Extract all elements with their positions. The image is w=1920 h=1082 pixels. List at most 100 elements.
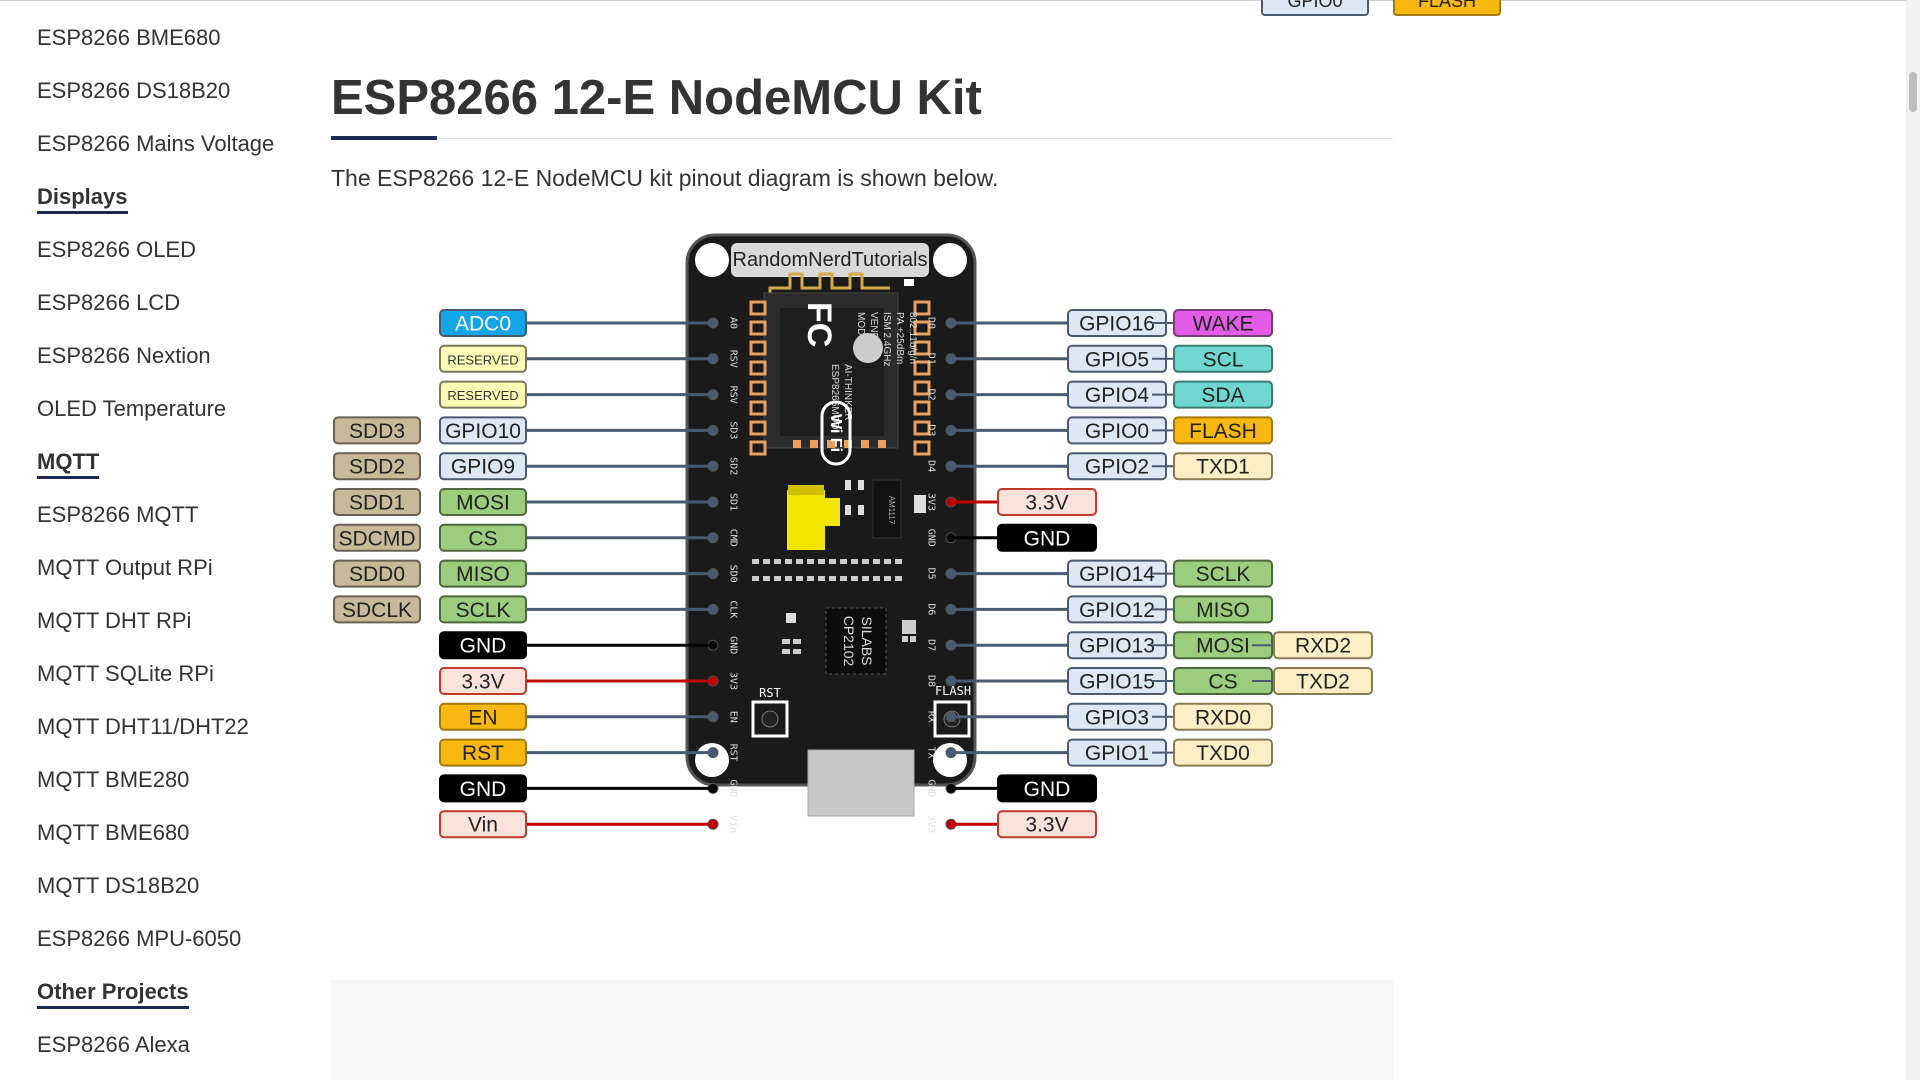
pin-label-text: CS: [1208, 671, 1237, 694]
pin-label-text: RXD2: [1295, 635, 1351, 658]
module-text: ISM 2.4GHz: [881, 312, 892, 366]
pin-silkscreen: D6: [926, 603, 937, 615]
module-pad: [861, 440, 869, 448]
sidebar-link[interactable]: MQTT DHT11/DHT22: [37, 711, 297, 764]
pin-silkscreen: A0: [728, 317, 739, 329]
pin-silkscreen: D5: [926, 568, 937, 580]
smd-part: [858, 505, 864, 515]
sidebar-link[interactable]: ESP8266 MQTT: [37, 499, 297, 552]
module-text: AI-THINKER: [842, 364, 853, 421]
sidebar-link[interactable]: MQTT BME280: [37, 764, 297, 817]
sidebar-heading[interactable]: Other Projects: [37, 976, 297, 1029]
pin-dot: [708, 783, 718, 793]
pin-silkscreen: RST: [728, 744, 739, 762]
pin-silkscreen: SD1: [728, 493, 739, 511]
pin-label-text: SDD2: [349, 456, 405, 479]
pin-label-text: RST: [462, 742, 504, 765]
sidebar-link[interactable]: ESP8266 Mains Voltage: [37, 128, 297, 181]
pin-label-text: SCL: [1203, 348, 1244, 371]
page-title: ESP8266 12-E NodeMCU Kit: [331, 71, 982, 125]
sidebar-link[interactable]: ESP8266 LCD: [37, 287, 297, 340]
smd-part: [858, 480, 864, 490]
sidebar-item-label: MQTT SQLite RPi: [37, 661, 214, 686]
pin-silkscreen: RX: [926, 711, 937, 723]
pin-label-text: MOSI: [456, 492, 510, 515]
fcc-logo: FC: [800, 302, 838, 347]
pin-label-text: GPIO10: [445, 420, 521, 443]
sidebar-item-label: Other Projects: [37, 978, 189, 1009]
pin-silkscreen: SD3: [728, 421, 739, 439]
smd-row: [829, 576, 836, 581]
smd-part: [845, 505, 851, 515]
sidebar-link[interactable]: OLED Temperature: [37, 393, 297, 446]
pin-dot: [708, 819, 718, 829]
smd-row: [807, 576, 814, 581]
smd-row: [796, 576, 803, 581]
sidebar-link[interactable]: MQTT DS18B20: [37, 870, 297, 923]
pin-label-text: GPIO16: [1079, 313, 1155, 336]
capacitor-large: [787, 490, 825, 550]
smd-row: [884, 559, 891, 564]
pin-label-text: Vin: [468, 814, 498, 837]
page-scrollbar[interactable]: [1906, 0, 1920, 1080]
pin-dot: [946, 390, 956, 400]
sidebar-heading[interactable]: MQTT: [37, 446, 297, 499]
pin-label-text: SDCMD: [339, 527, 416, 550]
pin-dot: [946, 461, 956, 471]
sidebar-link[interactable]: ESP8266 DS18B20: [37, 75, 297, 128]
sidebar-item-label: OLED Temperature: [37, 396, 227, 421]
sidebar-link[interactable]: ESP8266 MPU-6050: [37, 923, 297, 976]
pin-label-text: MOSI: [1196, 635, 1250, 658]
smd-row: [785, 559, 792, 564]
pin-label-text: MISO: [1196, 599, 1250, 622]
sidebar-link[interactable]: ESP8266 BME680: [37, 22, 297, 75]
brand-label: RandomNerdTutorials: [733, 249, 928, 271]
sidebar-link[interactable]: ESP8266 Nextion: [37, 340, 297, 393]
pin-silkscreen: SD0: [728, 565, 739, 583]
sidebar-item-label: ESP8266 DS18B20: [37, 78, 231, 103]
sidebar-item-label: ESP8266 MPU-6050: [37, 926, 242, 951]
sidebar-link[interactable]: ESP8266 Alexa: [37, 1029, 297, 1082]
smd-row: [785, 576, 792, 581]
smd-row: [829, 559, 836, 564]
sidebar-link[interactable]: MQTT BME680: [37, 817, 297, 870]
pin-label-text: 3.3V: [1025, 492, 1068, 515]
pin-dot: [946, 783, 956, 793]
pin-label-text: GND: [1024, 778, 1071, 801]
pin-label-text: TXD0: [1196, 742, 1250, 765]
pin-label-text: GPIO4: [1085, 384, 1150, 407]
sidebar-heading[interactable]: Displays: [37, 181, 297, 234]
sidebar-item-label: MQTT DHT RPi: [37, 608, 192, 633]
pin-label-text: GPIO3: [1085, 706, 1149, 729]
rst-button-cap: [761, 710, 779, 728]
sidebar-item-label: MQTT DS18B20: [37, 873, 200, 898]
pin-silkscreen: SD2: [728, 457, 739, 475]
sidebar-link[interactable]: MQTT Output RPi: [37, 552, 297, 605]
pin-silkscreen: TX: [926, 747, 937, 759]
scrollbar-thumb[interactable]: [1909, 72, 1917, 112]
pin-silkscreen: GND: [926, 779, 937, 797]
module-text: PA +25dBm: [894, 312, 905, 364]
smd-row: [752, 576, 759, 581]
pin-silkscreen: CLK: [728, 600, 739, 618]
pin-label-text: SCLK: [1196, 563, 1251, 586]
sidebar-link[interactable]: MQTT SQLite RPi: [37, 658, 297, 711]
pin-dot: [946, 819, 956, 829]
smd-part: [910, 636, 916, 642]
pin-label-text: GPIO2: [1085, 456, 1149, 479]
sidebar-item-label: ESP8266 Alexa: [37, 1032, 190, 1057]
module-pad: [793, 440, 801, 448]
pin-label-text: SDA: [1201, 384, 1244, 407]
pin-label-text: MISO: [456, 563, 510, 586]
pin-silkscreen: D3: [926, 424, 937, 436]
pin-dot: [708, 497, 718, 507]
sidebar-link[interactable]: ESP8266 OLED: [37, 234, 297, 287]
sidebar-item-label: MQTT BME280: [37, 767, 190, 792]
pin-label-text: ADC0: [455, 313, 511, 336]
wifi-logo: Wi Fi: [827, 414, 844, 452]
smd-row: [851, 559, 858, 564]
smd-row: [796, 559, 803, 564]
pin-label-text: GPIO1: [1085, 742, 1149, 765]
sidebar-link[interactable]: MQTT DHT RPi: [37, 605, 297, 658]
pin-label-text: CS: [468, 527, 497, 550]
